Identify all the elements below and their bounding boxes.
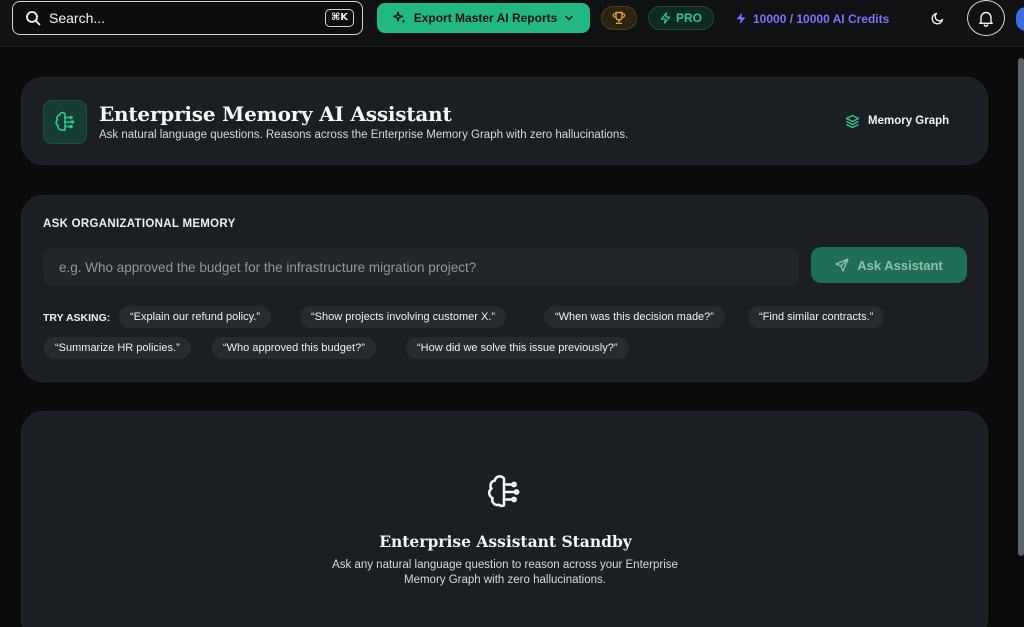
chevron-down-icon	[565, 15, 573, 21]
question-input[interactable]	[43, 248, 799, 286]
page-title: Enterprise Memory AI Assistant	[99, 102, 452, 126]
search-icon	[26, 11, 41, 26]
page-subtitle: Ask natural language questions. Reasons …	[99, 129, 629, 141]
standby-description-line: Ask any natural language question to rea…	[332, 559, 678, 571]
suggestion-chip[interactable]: “Summarize HR policies.”	[44, 337, 191, 359]
avatar[interactable]	[1016, 7, 1024, 31]
suggestion-chip[interactable]: “Show projects involving customer X.”	[300, 306, 507, 328]
moon-icon	[931, 12, 944, 25]
sparkle-icon	[392, 11, 406, 24]
search-label: Search...	[49, 10, 106, 26]
ai-credits-label: 10000 / 10000 AI Credits	[753, 11, 890, 26]
ask-section-label: ASK ORGANIZATIONAL MEMORY	[43, 218, 236, 230]
suggestion-chip[interactable]: “Explain our refund policy.”	[119, 306, 272, 328]
notifications-button[interactable]	[967, 0, 1005, 36]
ask-assistant-button[interactable]: Ask Assistant	[811, 247, 967, 283]
header-card: Enterprise Memory AI Assistant Ask natur…	[21, 77, 988, 165]
ask-assistant-label: Ask Assistant	[857, 257, 943, 273]
suggestion-chip[interactable]: “How did we solve this issue previously?…	[406, 337, 629, 359]
pro-badge[interactable]: PRO	[648, 6, 714, 30]
send-icon	[835, 258, 849, 272]
standby-description: Ask any natural language question to rea…	[305, 558, 705, 588]
bolt-icon	[736, 12, 746, 25]
standby-title: Enterprise Assistant Standby	[379, 532, 632, 551]
achievements-button[interactable]	[601, 6, 637, 30]
theme-toggle[interactable]	[929, 9, 947, 27]
suggestion-chip[interactable]: “Who approved this budget?”	[212, 337, 376, 359]
export-reports-label: Export Master AI Reports	[413, 11, 558, 25]
layers-icon	[845, 114, 860, 128]
suggestion-chip[interactable]: “Find similar contracts.”	[748, 306, 885, 328]
memory-graph-label: Memory Graph	[868, 115, 950, 127]
shortcut-badge: ⌘K	[324, 9, 354, 27]
ai-credits[interactable]: 10000 / 10000 AI Credits	[735, 10, 889, 27]
standby-description-line: Memory Graph with zero hallucinations.	[404, 574, 606, 586]
bolt-icon	[660, 12, 671, 24]
search-box[interactable]: Search... ⌘K	[12, 1, 363, 35]
suggestion-chip[interactable]: “When was this decision made?”	[544, 306, 725, 328]
standby-card: Enterprise Assistant Standby Ask any nat…	[21, 411, 988, 627]
pro-label: PRO	[675, 11, 702, 25]
bell-icon	[979, 11, 993, 27]
memory-graph-button[interactable]: Memory Graph	[845, 112, 949, 130]
brain-icon	[488, 475, 520, 508]
ask-card: ASK ORGANIZATIONAL MEMORY Ask Assistant …	[21, 195, 988, 382]
export-reports-button[interactable]: Export Master AI Reports	[377, 3, 590, 33]
scrollbar[interactable]	[1018, 58, 1024, 556]
trophy-icon	[612, 11, 626, 25]
top-bar: Search... ⌘K Export Master AI Reports PR…	[0, 0, 1024, 47]
brain-icon	[55, 111, 75, 132]
assistant-logo	[43, 100, 87, 144]
try-asking-label: TRY ASKING:	[43, 312, 111, 324]
